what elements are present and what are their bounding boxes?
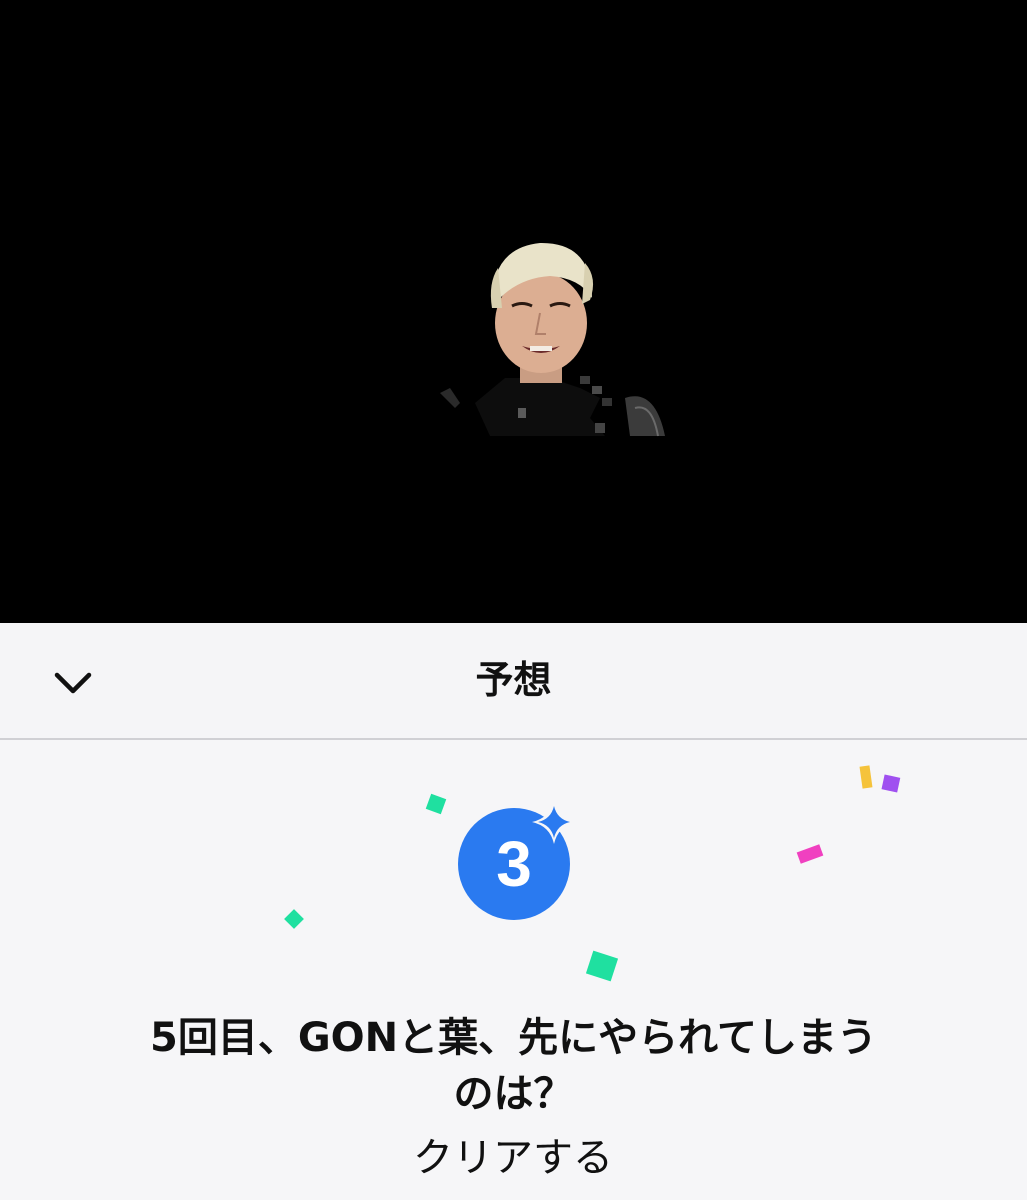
streak-badge-icon: 3 <box>458 800 576 920</box>
panel-title: 予想 <box>475 658 552 702</box>
prediction-panel-header: 予想 <box>0 623 1027 740</box>
streamer-video-feed <box>440 242 665 437</box>
chevron-down-icon[interactable] <box>50 659 96 705</box>
prediction-question: 5回目、GONと葉、先にやられてしまうのは？ <box>150 1015 877 1117</box>
clear-button[interactable]: クリアする <box>363 1128 663 1188</box>
svg-text:3: 3 <box>496 828 532 900</box>
video-player[interactable] <box>0 0 1027 623</box>
